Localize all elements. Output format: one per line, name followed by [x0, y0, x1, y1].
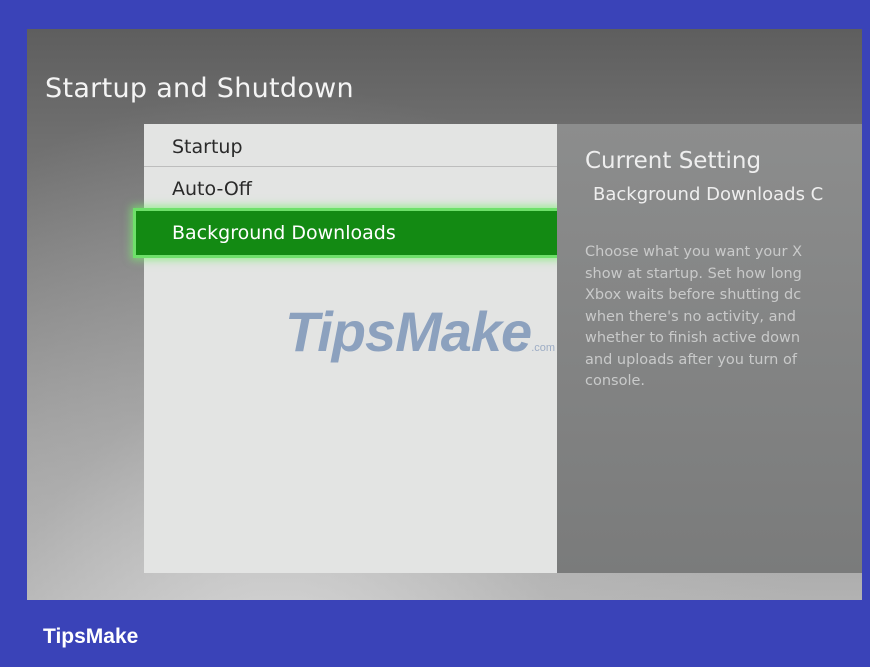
- description-line: Choose what you want your X: [585, 244, 802, 260]
- watermark-text: TipsMake: [285, 300, 532, 363]
- menu-item-startup[interactable]: Startup: [144, 124, 557, 167]
- brand-label: TipsMake: [43, 625, 139, 648]
- description-line: when there's no activity, and: [585, 308, 806, 325]
- setting-description: Choose what you want your X show at star…: [585, 242, 862, 393]
- menu-item-auto-off[interactable]: Auto-Off: [144, 168, 557, 210]
- info-panel: Current Setting Background Downloads C C…: [557, 124, 862, 573]
- watermark-logo: TipsMake.com: [285, 299, 555, 364]
- current-setting-value: Background Downloads C: [593, 184, 824, 205]
- description-line: show at startup. Set how long: [585, 265, 802, 282]
- description-line: and uploads after you turn of: [585, 351, 797, 368]
- menu-item-background-downloads[interactable]: Background Downloads: [133, 208, 561, 258]
- watermark-domain: .com: [531, 342, 556, 354]
- screen-title: Startup and Shutdown: [45, 73, 354, 104]
- description-line: console.: [585, 373, 646, 389]
- description-line: Xbox waits before shutting dc: [585, 287, 802, 303]
- current-setting-heading: Current Setting: [585, 148, 762, 174]
- console-screen: Startup and Shutdown Startup Auto-Off Ba…: [27, 29, 862, 600]
- description-line: whether to finish active down: [585, 330, 801, 346]
